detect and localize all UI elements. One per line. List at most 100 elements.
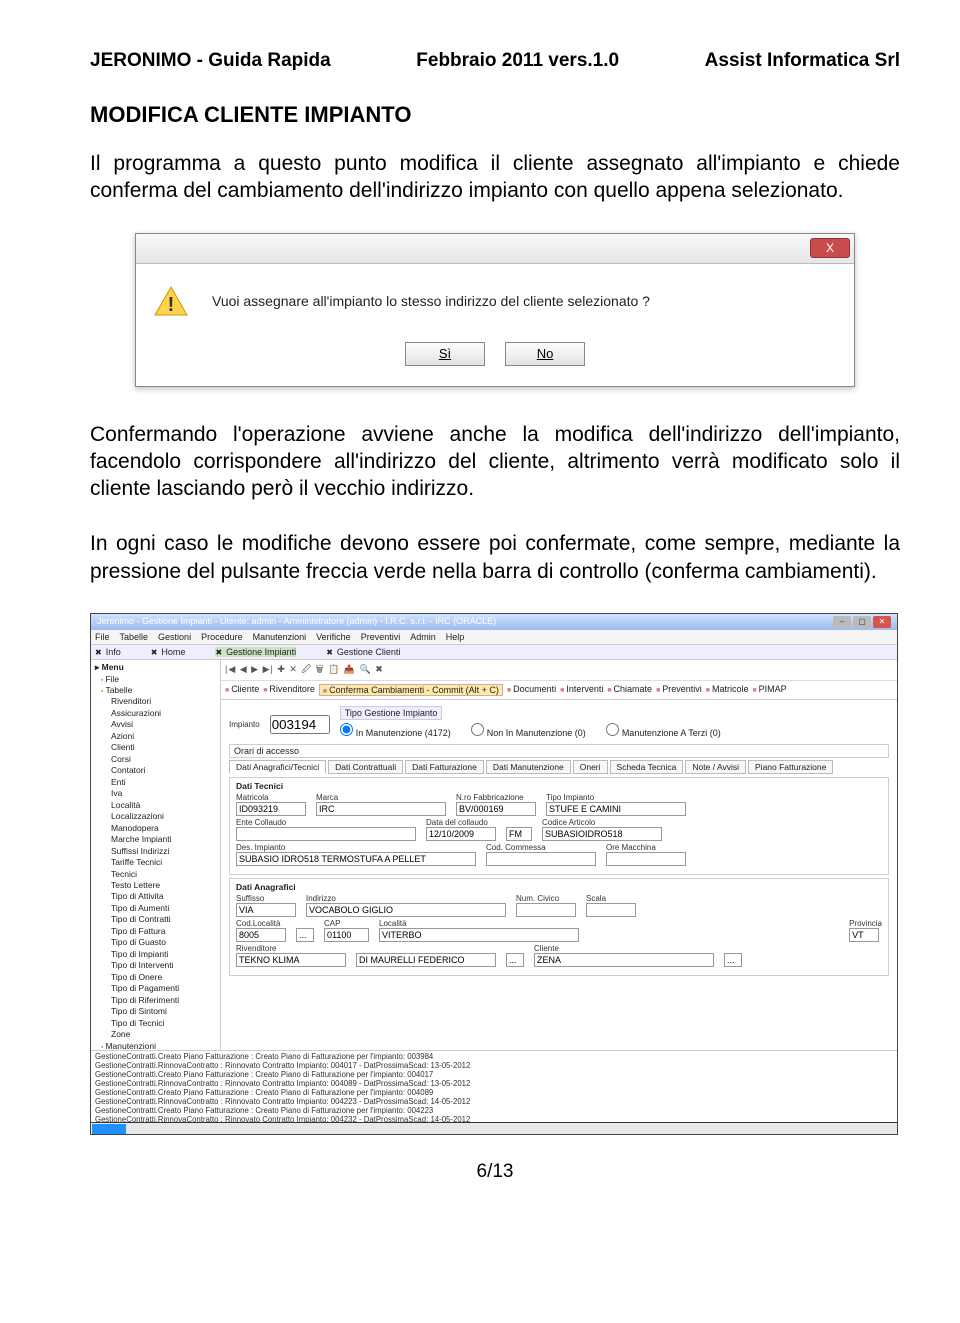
tree-item[interactable]: Tipo di Pagamenti bbox=[93, 983, 218, 994]
record-tab[interactable]: PIMAP bbox=[752, 684, 786, 696]
tree-item[interactable]: Tariffe Tecnici bbox=[93, 857, 218, 868]
subtab[interactable]: Dati Manutenzione bbox=[486, 760, 571, 774]
tree-item[interactable]: Assicurazioni bbox=[93, 708, 218, 719]
tree-item[interactable]: Clienti bbox=[93, 742, 218, 753]
desimpianto-field[interactable] bbox=[236, 852, 476, 866]
subtab[interactable]: Dati Anagrafici/Tecnici bbox=[229, 760, 326, 774]
matricola-field[interactable] bbox=[236, 802, 306, 816]
tree-item[interactable]: Zone bbox=[93, 1029, 218, 1040]
tree-item[interactable]: Localizzazioni bbox=[93, 811, 218, 822]
record-tab[interactable]: Matricole bbox=[706, 684, 749, 696]
close-tab-icon[interactable]: ✖ bbox=[151, 648, 158, 657]
numcivico-field[interactable] bbox=[516, 903, 576, 917]
no-button[interactable]: No bbox=[505, 342, 585, 366]
entecollaudo-field[interactable] bbox=[236, 827, 416, 841]
rivenditore2-field[interactable] bbox=[356, 953, 496, 967]
tree-item[interactable]: Testo Lettere bbox=[93, 880, 218, 891]
subtab[interactable]: Note / Avvisi bbox=[685, 760, 746, 774]
tree-item[interactable]: Azioni bbox=[93, 731, 218, 742]
menu-help[interactable]: Help bbox=[446, 632, 465, 642]
close-tab-icon[interactable]: ✖ bbox=[326, 648, 333, 657]
menu-manutenzioni[interactable]: Manutenzioni bbox=[253, 632, 307, 642]
provincia-field[interactable] bbox=[849, 928, 879, 942]
codicearticolo-field[interactable] bbox=[542, 827, 662, 841]
tipo-gestione-radio[interactable] bbox=[606, 723, 619, 736]
scala-field[interactable] bbox=[586, 903, 636, 917]
menu-tabelle[interactable]: Tabelle bbox=[120, 632, 149, 642]
tree-item[interactable]: Enti bbox=[93, 777, 218, 788]
tree-folder[interactable]: File bbox=[93, 674, 218, 685]
localita-field[interactable] bbox=[379, 928, 579, 942]
tree-item[interactable]: Tipo di Tecnici bbox=[93, 1018, 218, 1029]
tree-item[interactable]: Rivenditori bbox=[93, 696, 218, 707]
close-window-icon[interactable]: ✕ bbox=[873, 616, 891, 628]
menu-file[interactable]: File bbox=[95, 632, 110, 642]
tree-item[interactable]: Iva bbox=[93, 788, 218, 799]
suffisso-field[interactable] bbox=[236, 903, 296, 917]
tree-item[interactable]: Contatori bbox=[93, 765, 218, 776]
tree-item[interactable]: Tipo di Guasto bbox=[93, 937, 218, 948]
tree-item[interactable]: Avvisi bbox=[93, 719, 218, 730]
menu-gestioni[interactable]: Gestioni bbox=[158, 632, 191, 642]
record-tab[interactable]: Preventivi bbox=[656, 684, 702, 696]
tipo-gestione-radio[interactable] bbox=[471, 723, 484, 736]
detail-subtabs[interactable]: Dati Anagrafici/TecniciDati Contrattuali… bbox=[229, 760, 889, 774]
close-tab-icon[interactable]: ✖ bbox=[215, 648, 222, 657]
minimize-icon[interactable]: – bbox=[833, 616, 851, 628]
tab-gestione-impianti[interactable]: ✖Gestione Impianti bbox=[215, 647, 296, 657]
record-tab[interactable]: Cliente bbox=[225, 684, 259, 696]
nav-tree[interactable]: ▸ MenuFileTabelleRivenditoriAssicurazion… bbox=[91, 660, 221, 1050]
marca-field[interactable] bbox=[316, 802, 446, 816]
menu-admin[interactable]: Admin bbox=[410, 632, 436, 642]
tree-item[interactable]: Suffissi Indirizzi bbox=[93, 846, 218, 857]
codlocalita-field[interactable] bbox=[236, 928, 286, 942]
record-tabs[interactable]: Cliente Rivenditore Conferma Cambiamenti -… bbox=[221, 681, 897, 700]
codcommessa-field[interactable] bbox=[486, 852, 596, 866]
nrofabbricazione-field[interactable] bbox=[456, 802, 536, 816]
tree-item[interactable]: Tipo di Impianti bbox=[93, 949, 218, 960]
tree-item[interactable]: Tipo di Riferimenti bbox=[93, 995, 218, 1006]
yes-button[interactable]: Sì bbox=[405, 342, 485, 366]
subtab[interactable]: Oneri bbox=[573, 760, 608, 774]
tab-gestione-clienti[interactable]: ✖Gestione Clienti bbox=[326, 647, 400, 657]
indirizzo-field[interactable] bbox=[306, 903, 506, 917]
tree-item[interactable]: Tipo di Fattura bbox=[93, 926, 218, 937]
menu-verifiche[interactable]: Verifiche bbox=[316, 632, 351, 642]
record-tab[interactable]: Conferma Cambiamenti - Commit (Alt + C) bbox=[319, 684, 503, 696]
lookup-localita-button[interactable] bbox=[296, 928, 314, 942]
cliente-field[interactable] bbox=[534, 953, 714, 967]
subtab[interactable]: Dati Contrattuali bbox=[328, 760, 403, 774]
tree-folder[interactable]: Tabelle bbox=[93, 685, 218, 696]
record-tab[interactable]: Rivenditore bbox=[263, 684, 315, 696]
tree-item[interactable]: Tipo di Interventi bbox=[93, 960, 218, 971]
record-nav-toolbar[interactable]: |◀ ◀ ▶ ▶| ✚ ✕ 🖉 🗑 📋 📤 🔍 ✖ bbox=[221, 660, 897, 681]
record-tab[interactable]: Documenti bbox=[507, 684, 556, 696]
fm-field[interactable] bbox=[506, 827, 532, 841]
rivenditore-field[interactable] bbox=[236, 953, 346, 967]
menu-procedure[interactable]: Procedure bbox=[201, 632, 243, 642]
record-tab[interactable]: Interventi bbox=[560, 684, 603, 696]
oremacchina-field[interactable] bbox=[606, 852, 686, 866]
menu-preventivi[interactable]: Preventivi bbox=[361, 632, 401, 642]
tipoimpianto-field[interactable] bbox=[546, 802, 686, 816]
tree-item[interactable]: Tipo di Attivita bbox=[93, 891, 218, 902]
tree-item[interactable]: Tipo di Onere bbox=[93, 972, 218, 983]
close-tab-icon[interactable]: ✖ bbox=[95, 648, 102, 657]
datacollaudo-field[interactable] bbox=[426, 827, 496, 841]
tree-item[interactable]: Marche Impianti bbox=[93, 834, 218, 845]
close-icon[interactable]: X bbox=[810, 238, 850, 258]
subtab[interactable]: Dati Fatturazione bbox=[405, 760, 484, 774]
impianto-field[interactable] bbox=[270, 715, 330, 734]
tree-item[interactable]: Corsi bbox=[93, 754, 218, 765]
tipo-gestione-radio[interactable] bbox=[340, 723, 353, 736]
tab-info[interactable]: ✖Info bbox=[95, 647, 121, 657]
tree-item[interactable]: Tecnici bbox=[93, 869, 218, 880]
lookup-cliente-button[interactable] bbox=[724, 953, 742, 967]
subtab[interactable]: Scheda Tecnica bbox=[610, 760, 684, 774]
tree-item[interactable]: Tipo di Contratti bbox=[93, 914, 218, 925]
tab-home[interactable]: ✖Home bbox=[151, 647, 186, 657]
lookup-rivenditore-button[interactable] bbox=[506, 953, 524, 967]
tree-folder[interactable]: Manutenzioni bbox=[93, 1041, 218, 1051]
tree-item[interactable]: Tipo di Aumenti bbox=[93, 903, 218, 914]
cap-field[interactable] bbox=[324, 928, 369, 942]
